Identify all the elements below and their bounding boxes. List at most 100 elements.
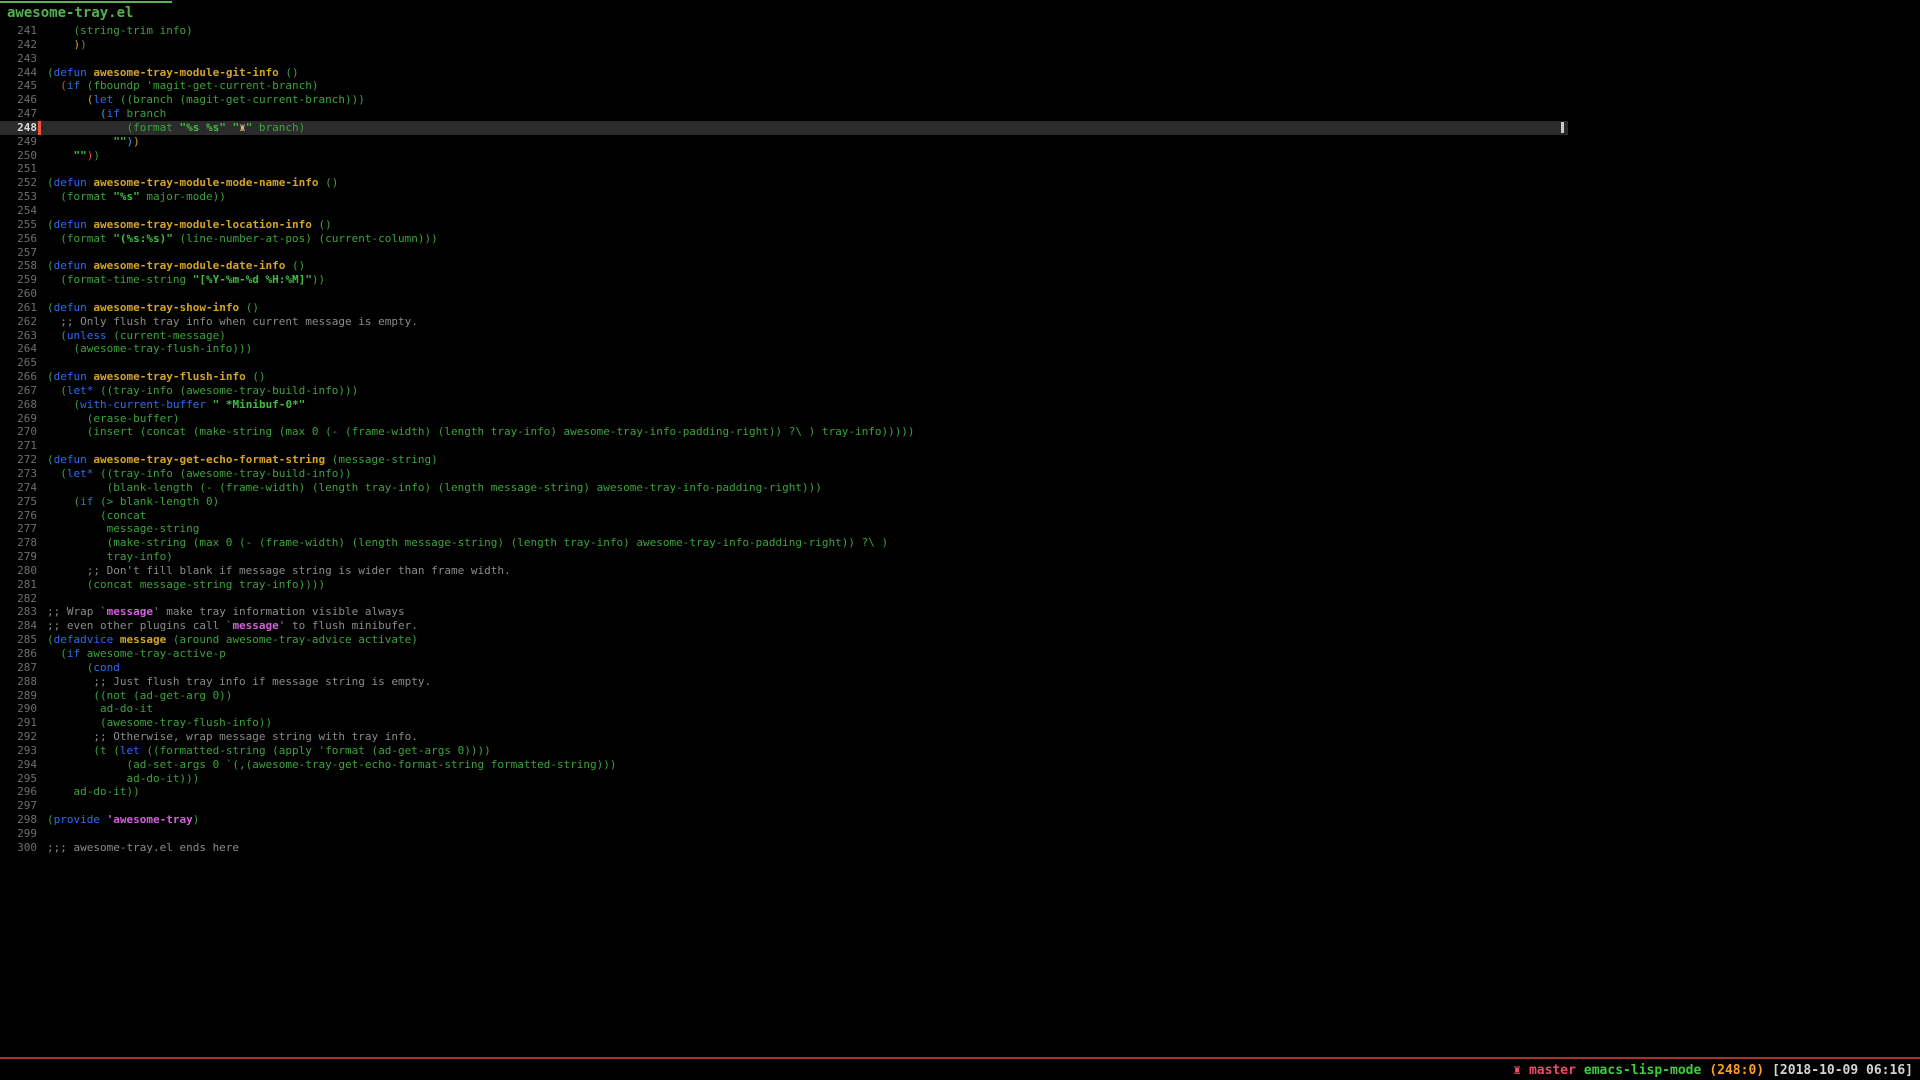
code-line[interactable]: 259 (format-time-string "[%Y-%m-%d %H:%M… bbox=[0, 273, 1568, 287]
code-line[interactable]: 268 (with-current-buffer " *Minibuf-0*" bbox=[0, 398, 1568, 412]
code-line[interactable]: 241 (string-trim info) bbox=[0, 24, 1568, 38]
code-line[interactable]: 273 (let* ((tray-info (awesome-tray-buil… bbox=[0, 467, 1568, 481]
line-number: 249 bbox=[0, 135, 37, 149]
code-token: defun bbox=[54, 176, 87, 189]
code-line[interactable]: 294 (ad-set-args 0 `(,(awesome-tray-get-… bbox=[0, 758, 1568, 772]
code-line[interactable]: 300;;; awesome-tray.el ends here bbox=[0, 841, 1568, 855]
code-line[interactable]: 244(defun awesome-tray-module-git-info (… bbox=[0, 66, 1568, 80]
code-token: major-mode)) bbox=[140, 190, 226, 203]
code-line[interactable]: 242 )) bbox=[0, 38, 1568, 52]
code-token: "%s" bbox=[113, 190, 140, 203]
code-line[interactable]: 288 ;; Just flush tray info if message s… bbox=[0, 675, 1568, 689]
code-line[interactable]: 270 (insert (concat (make-string (max 0 … bbox=[0, 425, 1568, 439]
code-token: ( bbox=[47, 647, 67, 660]
code-line[interactable]: 250 "")) bbox=[0, 149, 1568, 163]
code-line[interactable]: 269 (erase-buffer) bbox=[0, 412, 1568, 426]
line-number: 286 bbox=[0, 647, 37, 661]
code-line[interactable]: 258(defun awesome-tray-module-date-info … bbox=[0, 259, 1568, 273]
code-line[interactable]: 278 (make-string (max 0 (- (frame-width)… bbox=[0, 536, 1568, 550]
code-line[interactable]: 257 bbox=[0, 246, 1568, 260]
code-token: message bbox=[120, 633, 166, 646]
code-line[interactable]: 284;; even other plugins call `message' … bbox=[0, 619, 1568, 633]
code-token: ' make tray information visible always bbox=[153, 605, 405, 618]
code-token: defun bbox=[54, 66, 87, 79]
code-token: ( bbox=[47, 661, 93, 674]
code-line[interactable]: 252(defun awesome-tray-module-mode-name-… bbox=[0, 176, 1568, 190]
code-token: () bbox=[319, 176, 339, 189]
code-line[interactable]: 255(defun awesome-tray-module-location-i… bbox=[0, 218, 1568, 232]
code-line[interactable]: 265 bbox=[0, 356, 1568, 370]
code-line[interactable]: 295 ad-do-it))) bbox=[0, 772, 1568, 786]
code-line[interactable]: 243 bbox=[0, 52, 1568, 66]
code-token: message bbox=[107, 605, 153, 618]
code-line[interactable]: 298(provide 'awesome-tray) bbox=[0, 813, 1568, 827]
code-token: )) bbox=[312, 273, 325, 286]
code-line[interactable]: 251 bbox=[0, 162, 1568, 176]
code-line[interactable]: 285(defadvice message (around awesome-tr… bbox=[0, 633, 1568, 647]
code-line[interactable]: 272(defun awesome-tray-get-echo-format-s… bbox=[0, 453, 1568, 467]
code-line[interactable]: 245 (if (fboundp 'magit-get-current-bran… bbox=[0, 79, 1568, 93]
code-line[interactable]: 246 (let ((branch (magit-get-current-bra… bbox=[0, 93, 1568, 107]
code-token: (format bbox=[47, 121, 179, 134]
code-line[interactable]: 254 bbox=[0, 204, 1568, 218]
code-token: let bbox=[120, 744, 140, 757]
code-token: ( bbox=[47, 453, 54, 466]
code-line[interactable]: 292 ;; Otherwise, wrap message string wi… bbox=[0, 730, 1568, 744]
code-line[interactable]: 264 (awesome-tray-flush-info))) bbox=[0, 342, 1568, 356]
code-line[interactable]: 282 bbox=[0, 592, 1568, 606]
code-token: ;; Wrap ` bbox=[47, 605, 107, 618]
code-line[interactable]: 296 ad-do-it)) bbox=[0, 785, 1568, 799]
code-line[interactable]: 283 ;; Wrap `message' make tray informati… bbox=[0, 605, 1568, 619]
line-number: 263 bbox=[0, 329, 37, 343]
code-line[interactable]: 277 message-string bbox=[0, 522, 1568, 536]
code-token: ( bbox=[47, 633, 54, 646]
code-line[interactable]: 253 (format "%s" major-mode)) bbox=[0, 190, 1568, 204]
code-line[interactable]: 287 (cond bbox=[0, 661, 1568, 675]
code-token: 'awesome-tray bbox=[107, 813, 193, 826]
code-line[interactable]: 267 (let* ((tray-info (awesome-tray-buil… bbox=[0, 384, 1568, 398]
code-token: branch bbox=[120, 107, 166, 120]
code-token bbox=[47, 149, 74, 162]
code-line[interactable]: 275 (if (> blank-length 0) bbox=[0, 495, 1568, 509]
code-token: ( bbox=[47, 259, 54, 272]
code-line[interactable]: 281 (concat message-string tray-info)))) bbox=[0, 578, 1568, 592]
code-token: ( bbox=[47, 813, 54, 826]
code-token: "%s %s" bbox=[179, 121, 225, 134]
line-number: 275 bbox=[0, 495, 37, 509]
code-line[interactable]: 262 ;; Only flush tray info when current… bbox=[0, 315, 1568, 329]
code-line[interactable]: 274 (blank-length (- (frame-width) (leng… bbox=[0, 481, 1568, 495]
code-line[interactable]: 279 tray-info) bbox=[0, 550, 1568, 564]
code-token: (ad-set-args 0 `(,(awesome-tray-get-echo… bbox=[47, 758, 617, 771]
code-token: (format bbox=[47, 232, 113, 245]
code-line[interactable]: 286 (if awesome-tray-active-p bbox=[0, 647, 1568, 661]
code-line[interactable]: 297 bbox=[0, 799, 1568, 813]
code-line[interactable]: 291 (awesome-tray-flush-info)) bbox=[0, 716, 1568, 730]
line-number: 283 bbox=[0, 605, 37, 619]
code-line[interactable]: 261(defun awesome-tray-show-info () bbox=[0, 301, 1568, 315]
code-line[interactable]: 248 (format "%s %s" "♜" branch) bbox=[0, 121, 1568, 135]
code-area[interactable]: 241 (string-trim info)242 ))243244(defun… bbox=[0, 24, 1920, 855]
code-token: unless bbox=[67, 329, 107, 342]
code-line[interactable]: 247 (if branch bbox=[0, 107, 1568, 121]
code-line[interactable]: 256 (format "(%s:%s)" (line-number-at-po… bbox=[0, 232, 1568, 246]
code-line[interactable]: 293 (t (let ((formatted-string (apply 'f… bbox=[0, 744, 1568, 758]
code-line[interactable]: 260 bbox=[0, 287, 1568, 301]
code-token: ( bbox=[47, 384, 67, 397]
code-token: ( bbox=[47, 398, 80, 411]
code-token: () bbox=[285, 259, 305, 272]
code-line[interactable]: 299 bbox=[0, 827, 1568, 841]
line-number: 282 bbox=[0, 592, 37, 606]
code-token: awesome-tray-get-echo-format-string bbox=[93, 453, 325, 466]
code-line[interactable]: 276 (concat bbox=[0, 509, 1568, 523]
code-line[interactable]: 263 (unless (current-message) bbox=[0, 329, 1568, 343]
code-token: ) bbox=[80, 38, 87, 51]
code-line[interactable]: 290 ad-do-it bbox=[0, 702, 1568, 716]
code-line[interactable]: 271 bbox=[0, 439, 1568, 453]
code-token bbox=[206, 398, 213, 411]
code-line[interactable]: 280 ;; Don't fill blank if message strin… bbox=[0, 564, 1568, 578]
code-line[interactable]: 289 ((not (ad-get-arg 0)) bbox=[0, 689, 1568, 703]
code-line[interactable]: 249 "")) bbox=[0, 135, 1568, 149]
code-line[interactable]: 266(defun awesome-tray-flush-info () bbox=[0, 370, 1568, 384]
code-token: ( bbox=[47, 370, 54, 383]
datetime-label: [2018-10-09 06:16] bbox=[1772, 1063, 1913, 1078]
